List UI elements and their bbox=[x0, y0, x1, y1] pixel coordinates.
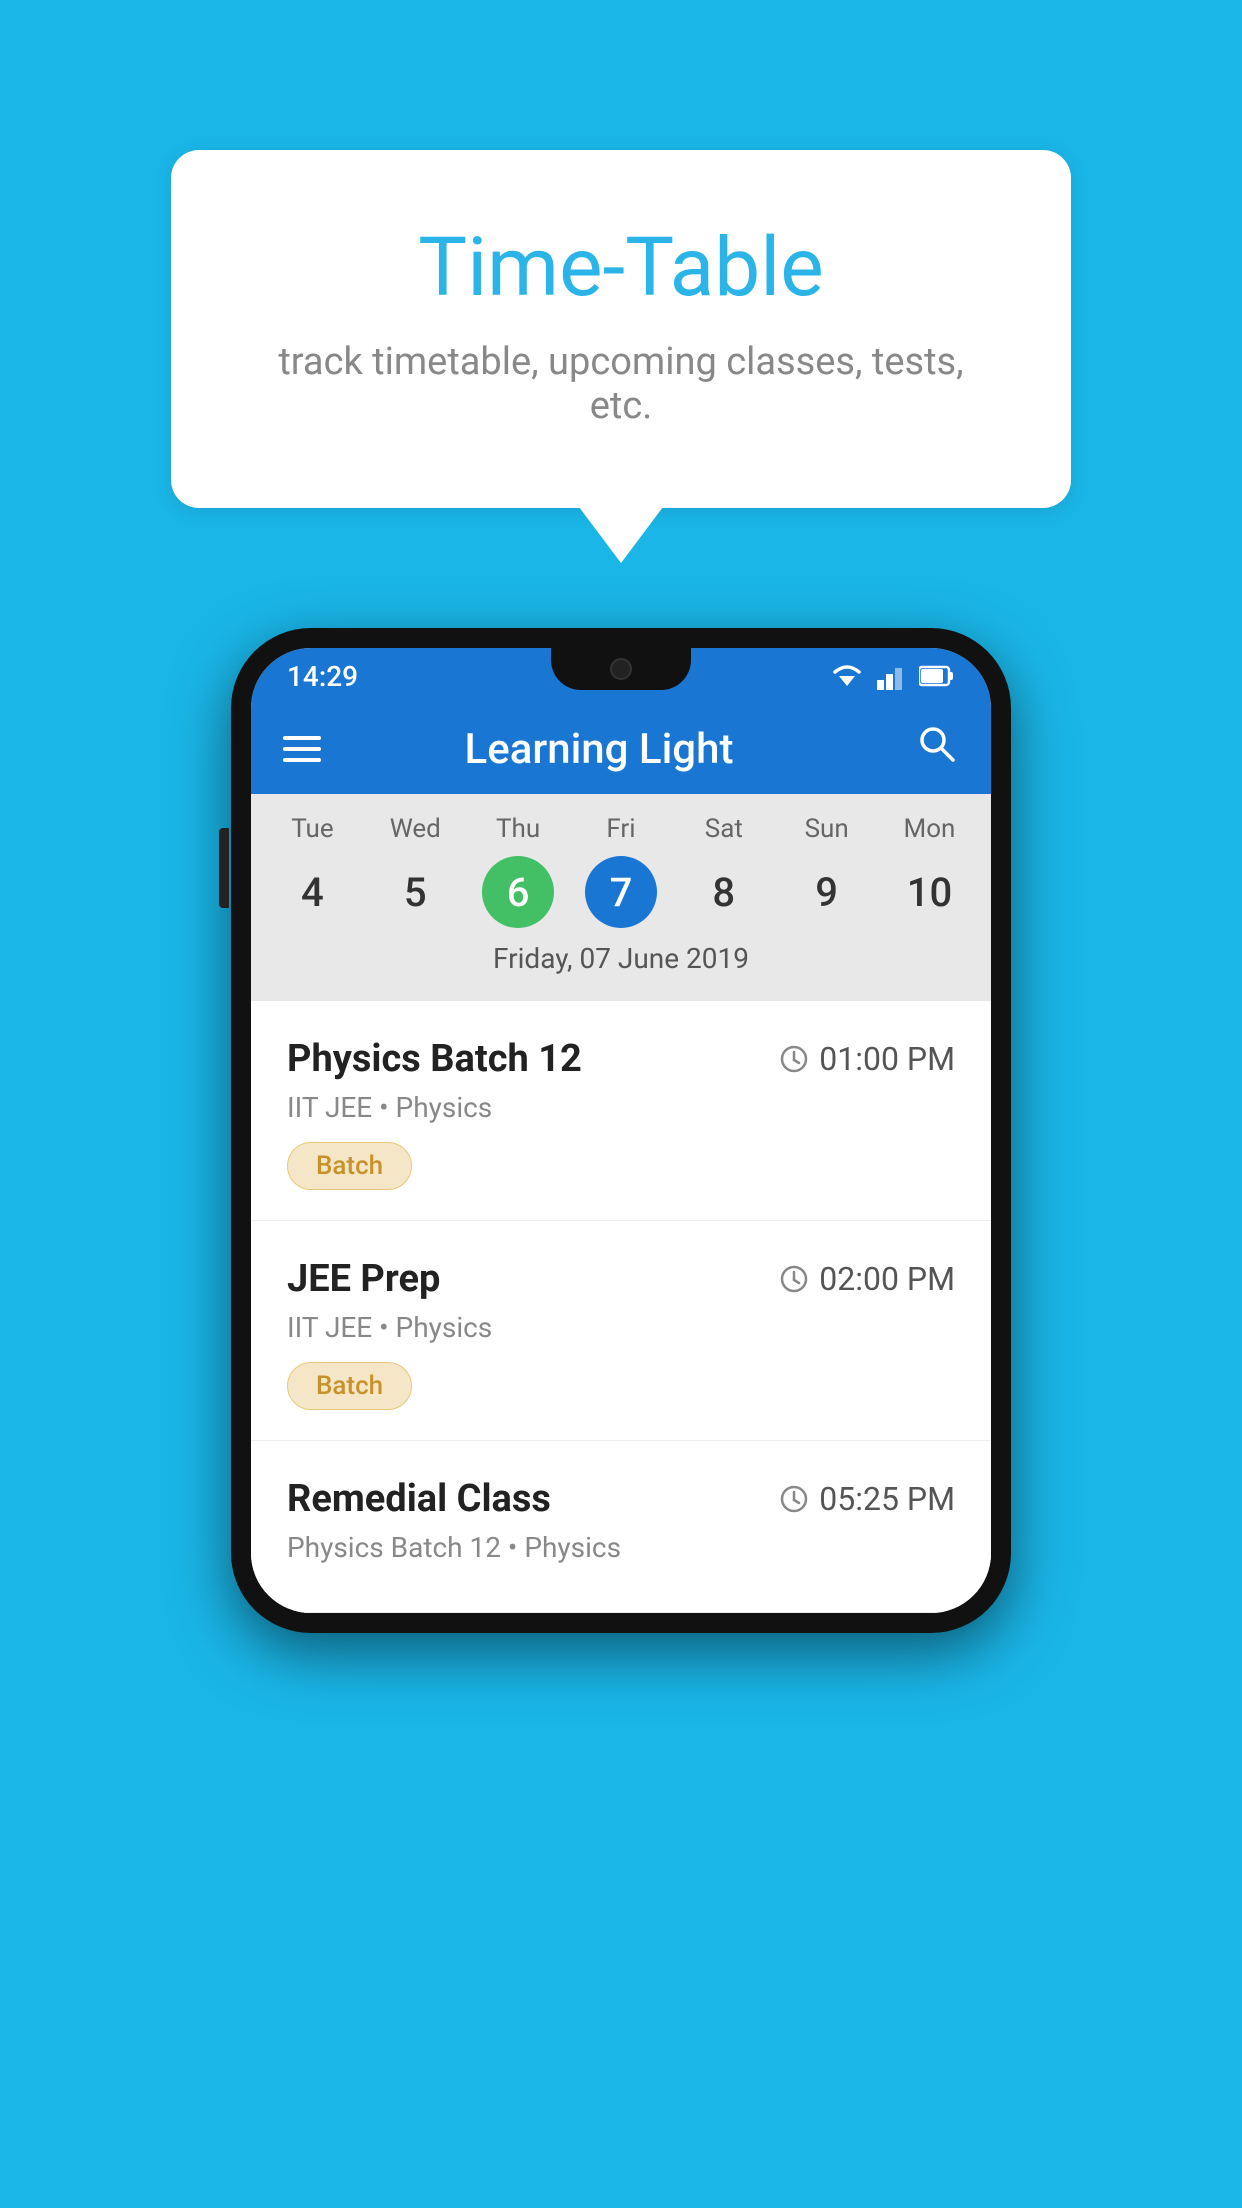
clock-icon bbox=[779, 1044, 809, 1074]
schedule-time: 01:00 PM bbox=[779, 1040, 955, 1078]
day-number[interactable]: 4 bbox=[276, 856, 348, 928]
schedule-item[interactable]: JEE Prep 02:00 PM IIT JEE • Physics Batch bbox=[251, 1221, 991, 1441]
phone-container: 14:29 bbox=[231, 628, 1011, 1633]
schedule-name: Physics Batch 12 bbox=[287, 1037, 582, 1081]
day-number[interactable]: 6 bbox=[482, 856, 554, 928]
day-name: Sat bbox=[705, 814, 743, 844]
day-number[interactable]: 9 bbox=[791, 856, 863, 928]
day-col[interactable]: Sat 8 bbox=[674, 814, 774, 928]
app-bar: Learning Light bbox=[251, 704, 991, 794]
day-col[interactable]: Thu 6 bbox=[468, 814, 568, 928]
day-col[interactable]: Mon 10 bbox=[879, 814, 979, 928]
schedule-time: 05:25 PM bbox=[779, 1480, 955, 1518]
schedule-item[interactable]: Remedial Class 05:25 PM Physics Batch 12 … bbox=[251, 1441, 991, 1613]
signal-icon bbox=[877, 662, 907, 690]
batch-badge: Batch bbox=[287, 1362, 412, 1410]
day-name: Fri bbox=[606, 814, 635, 844]
schedule-meta: IIT JEE • Physics bbox=[287, 1091, 955, 1124]
schedule-meta: Physics Batch 12 • Physics bbox=[287, 1531, 955, 1564]
clock-icon bbox=[779, 1264, 809, 1294]
schedule-item[interactable]: Physics Batch 12 01:00 PM IIT JEE • Physi… bbox=[251, 1001, 991, 1221]
bubble-title: Time-Table bbox=[251, 220, 991, 316]
day-name: Thu bbox=[496, 814, 540, 844]
day-name: Mon bbox=[904, 814, 956, 844]
phone-screen: 14:29 bbox=[251, 648, 991, 1613]
day-number[interactable]: 5 bbox=[379, 856, 451, 928]
phone-frame: 14:29 bbox=[231, 628, 1011, 1633]
search-icon[interactable] bbox=[915, 722, 959, 776]
day-name: Tue bbox=[291, 814, 333, 844]
schedule-name: Remedial Class bbox=[287, 1477, 551, 1521]
selected-date-label: Friday, 07 June 2019 bbox=[251, 928, 991, 993]
schedule-meta: IIT JEE • Physics bbox=[287, 1311, 955, 1344]
batch-badge: Batch bbox=[287, 1142, 412, 1190]
schedule-list: Physics Batch 12 01:00 PM IIT JEE • Physi… bbox=[251, 1001, 991, 1613]
speech-bubble: Time-Table track timetable, upcoming cla… bbox=[171, 150, 1071, 508]
day-number[interactable]: 7 bbox=[585, 856, 657, 928]
phone-camera bbox=[610, 658, 632, 680]
status-icons bbox=[829, 662, 955, 690]
day-col[interactable]: Sun 9 bbox=[777, 814, 877, 928]
clock-icon bbox=[779, 1484, 809, 1514]
day-number[interactable]: 8 bbox=[688, 856, 760, 928]
wifi-icon bbox=[829, 662, 865, 690]
schedule-name: JEE Prep bbox=[287, 1257, 440, 1301]
week-days: Tue 4 Wed 5 Thu 6 Fri 7 Sat 8 Sun 9 Mon 10 bbox=[251, 814, 991, 928]
day-col[interactable]: Fri 7 bbox=[571, 814, 671, 928]
day-col[interactable]: Tue 4 bbox=[262, 814, 362, 928]
battery-icon bbox=[919, 665, 955, 687]
day-number[interactable]: 10 bbox=[893, 856, 965, 928]
app-title: Learning Light bbox=[311, 725, 887, 774]
calendar-week: Tue 4 Wed 5 Thu 6 Fri 7 Sat 8 Sun 9 Mon 10 Friday, 07… bbox=[251, 794, 991, 1001]
day-name: Sun bbox=[805, 814, 849, 844]
day-name: Wed bbox=[390, 814, 441, 844]
day-col[interactable]: Wed 5 bbox=[365, 814, 465, 928]
phone-notch bbox=[551, 648, 691, 690]
bubble-subtitle: track timetable, upcoming classes, tests… bbox=[251, 340, 991, 428]
schedule-time: 02:00 PM bbox=[779, 1260, 955, 1298]
status-time: 14:29 bbox=[287, 660, 358, 693]
